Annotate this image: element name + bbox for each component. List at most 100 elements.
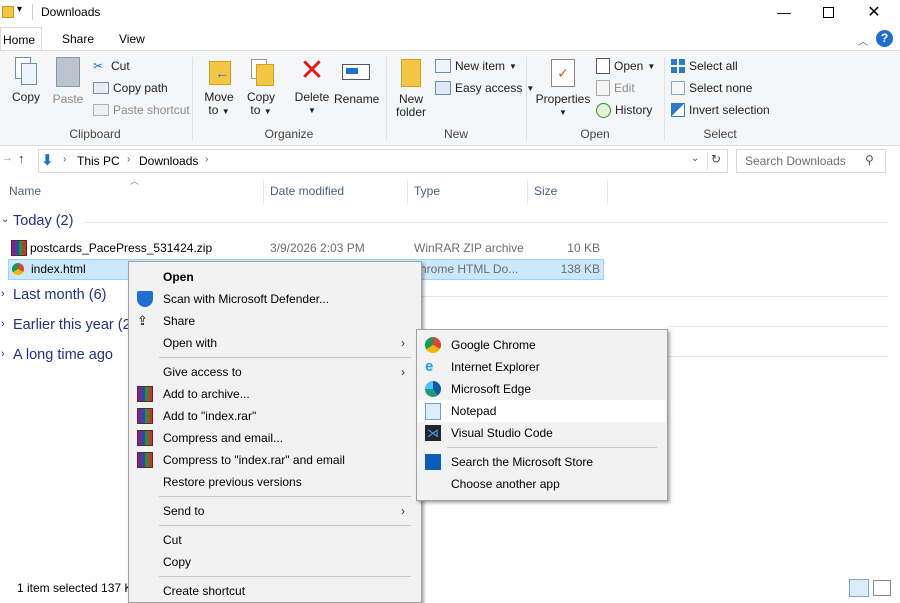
menu-item-add-rar[interactable]: Add to "index.rar": [129, 405, 421, 427]
edit-button[interactable]: Edit: [596, 78, 635, 98]
group-expand-icon[interactable]: ›: [1, 288, 5, 300]
file-type: WinRAR ZIP archive: [414, 241, 524, 255]
paste-button[interactable]: Paste: [50, 57, 86, 106]
menu-item-open[interactable]: Open: [129, 266, 421, 288]
copy-to-button[interactable]: Copy to ▼: [242, 57, 280, 118]
breadcrumb-this-pc[interactable]: This PC: [77, 154, 120, 168]
menu-item-label: Share: [163, 314, 196, 328]
winrar-icon: [137, 452, 153, 468]
address-row: → ↑ ⬇ › This PC › Downloads › ⌄ ↻ Search…: [0, 148, 900, 174]
column-header-date[interactable]: Date modified: [270, 184, 344, 198]
column-header-size[interactable]: Size: [534, 184, 557, 198]
move-to-button[interactable]: ← Move to ▼: [200, 57, 238, 118]
group-today[interactable]: Today (2): [13, 213, 73, 229]
tab-home[interactable]: Home: [0, 27, 42, 52]
winrar-zip-icon: [11, 240, 27, 256]
group-earlier-this-year[interactable]: Earlier this year (2: [13, 317, 131, 333]
share-icon: ⇪: [137, 313, 148, 328]
menu-item-google-chrome[interactable]: Google Chrome: [417, 334, 667, 356]
history-button[interactable]: History: [596, 100, 652, 120]
internet-explorer-icon: e: [425, 358, 434, 375]
invert-selection-button[interactable]: Invert selection: [671, 100, 770, 120]
properties-button[interactable]: ✓ Properties ▼: [534, 57, 592, 119]
select-none-label: Select none: [689, 81, 753, 95]
address-bar[interactable]: ⬇ › This PC › Downloads › ⌄ ↻: [38, 149, 728, 173]
copy-to-icon: [249, 57, 274, 86]
menu-item-notepad[interactable]: Notepad: [418, 400, 666, 422]
help-icon[interactable]: ?: [876, 30, 893, 47]
minimize-button[interactable]: —: [761, 0, 807, 24]
new-folder-button[interactable]: New folder: [392, 57, 430, 119]
column-header-type[interactable]: Type: [414, 184, 440, 198]
menu-item-vscode[interactable]: ⋊ Visual Studio Code: [417, 422, 667, 444]
cut-button[interactable]: ✂ Cut: [93, 56, 130, 76]
maximize-button[interactable]: [805, 0, 851, 24]
menu-item-restore-versions[interactable]: Restore previous versions: [129, 471, 421, 493]
group-line: [668, 326, 888, 327]
new-item-button[interactable]: New item ▼: [435, 56, 517, 76]
menu-item-give-access[interactable]: Give access to ›: [129, 361, 421, 383]
open-with-submenu: Google Chrome e Internet Explorer Micros…: [416, 329, 668, 501]
forward-arrow-icon[interactable]: →: [2, 152, 13, 164]
quick-access-dropdown-icon[interactable]: ▾: [17, 4, 22, 15]
tab-share[interactable]: Share: [62, 27, 94, 51]
column-divider[interactable]: [407, 180, 408, 204]
group-long-time-ago[interactable]: A long time ago: [13, 347, 113, 363]
defender-shield-icon: [137, 291, 153, 307]
menu-item-share[interactable]: ⇪ Share: [129, 310, 421, 332]
copy-button[interactable]: Copy: [8, 57, 44, 104]
search-input[interactable]: Search Downloads ⚲: [736, 149, 886, 173]
easy-access-button[interactable]: Easy access ▼: [435, 78, 534, 98]
paste-shortcut-button[interactable]: Paste shortcut: [93, 100, 190, 120]
select-none-button[interactable]: Select none: [671, 78, 752, 98]
tab-view[interactable]: View: [119, 27, 145, 51]
column-divider[interactable]: [263, 180, 264, 204]
menu-item-compress-rar-email[interactable]: Compress to "index.rar" and email: [129, 449, 421, 471]
move-to-dropdown-icon: ▼: [221, 107, 230, 116]
details-view-icon[interactable]: [849, 579, 869, 597]
search-icon[interactable]: ⚲: [865, 153, 874, 167]
close-window-button[interactable]: ✕: [851, 0, 897, 24]
menu-item-create-shortcut[interactable]: Create shortcut: [129, 580, 421, 602]
up-arrow-icon[interactable]: ↑: [18, 151, 25, 166]
menu-item-scan-defender[interactable]: Scan with Microsoft Defender...: [129, 288, 421, 310]
menu-item-open-with[interactable]: Open with ›: [129, 332, 421, 354]
group-last-month[interactable]: Last month (6): [13, 287, 107, 303]
menu-item-send-to[interactable]: Send to ›: [129, 500, 421, 522]
column-divider[interactable]: [527, 180, 528, 204]
chrome-icon: [425, 337, 441, 353]
open-icon: [596, 58, 610, 74]
menu-item-label: Search the Microsoft Store: [451, 455, 594, 469]
group-expand-icon[interactable]: ›: [1, 318, 5, 330]
menu-item-choose-another-app[interactable]: Choose another app: [417, 473, 667, 495]
group-collapse-icon[interactable]: ⌄: [1, 214, 9, 225]
breadcrumb-downloads[interactable]: Downloads: [139, 154, 198, 168]
menu-separator: [159, 496, 411, 497]
collapse-ribbon-icon[interactable]: ︿: [858, 33, 868, 48]
column-divider[interactable]: [607, 180, 608, 204]
delete-button[interactable]: ✕ Delete ▼: [290, 56, 334, 117]
menu-item-add-archive[interactable]: Add to archive...: [129, 383, 421, 405]
select-all-button[interactable]: Select all: [671, 56, 738, 76]
rename-button[interactable]: Rename: [334, 57, 379, 106]
large-icons-view-icon[interactable]: [873, 580, 891, 596]
column-header-name[interactable]: Name: [9, 184, 41, 198]
table-row[interactable]: postcards_PacePress_531424.zip 3/9/2026 …: [8, 238, 604, 257]
easy-access-label: Easy access: [455, 81, 523, 95]
address-history-dropdown-icon[interactable]: ⌄: [691, 153, 699, 164]
open-button[interactable]: Open ▼: [596, 56, 655, 76]
copy-path-button[interactable]: Copy path: [93, 78, 168, 98]
move-to-label-2: to: [208, 103, 219, 117]
organize-group-label: Organize: [264, 127, 314, 141]
menu-item-cut[interactable]: Cut: [129, 529, 421, 551]
menu-item-internet-explorer[interactable]: e Internet Explorer: [417, 356, 667, 378]
refresh-icon[interactable]: ↻: [711, 152, 721, 166]
menu-item-copy[interactable]: Copy: [129, 551, 421, 573]
menu-item-microsoft-edge[interactable]: Microsoft Edge: [417, 378, 667, 400]
menu-item-search-store[interactable]: Search the Microsoft Store: [417, 451, 667, 473]
menu-item-compress-email[interactable]: Compress and email...: [129, 427, 421, 449]
submenu-arrow-icon: ›: [401, 365, 405, 379]
group-expand-icon[interactable]: ›: [1, 348, 5, 360]
menu-item-label: Open: [163, 270, 194, 284]
winrar-icon: [137, 408, 153, 424]
